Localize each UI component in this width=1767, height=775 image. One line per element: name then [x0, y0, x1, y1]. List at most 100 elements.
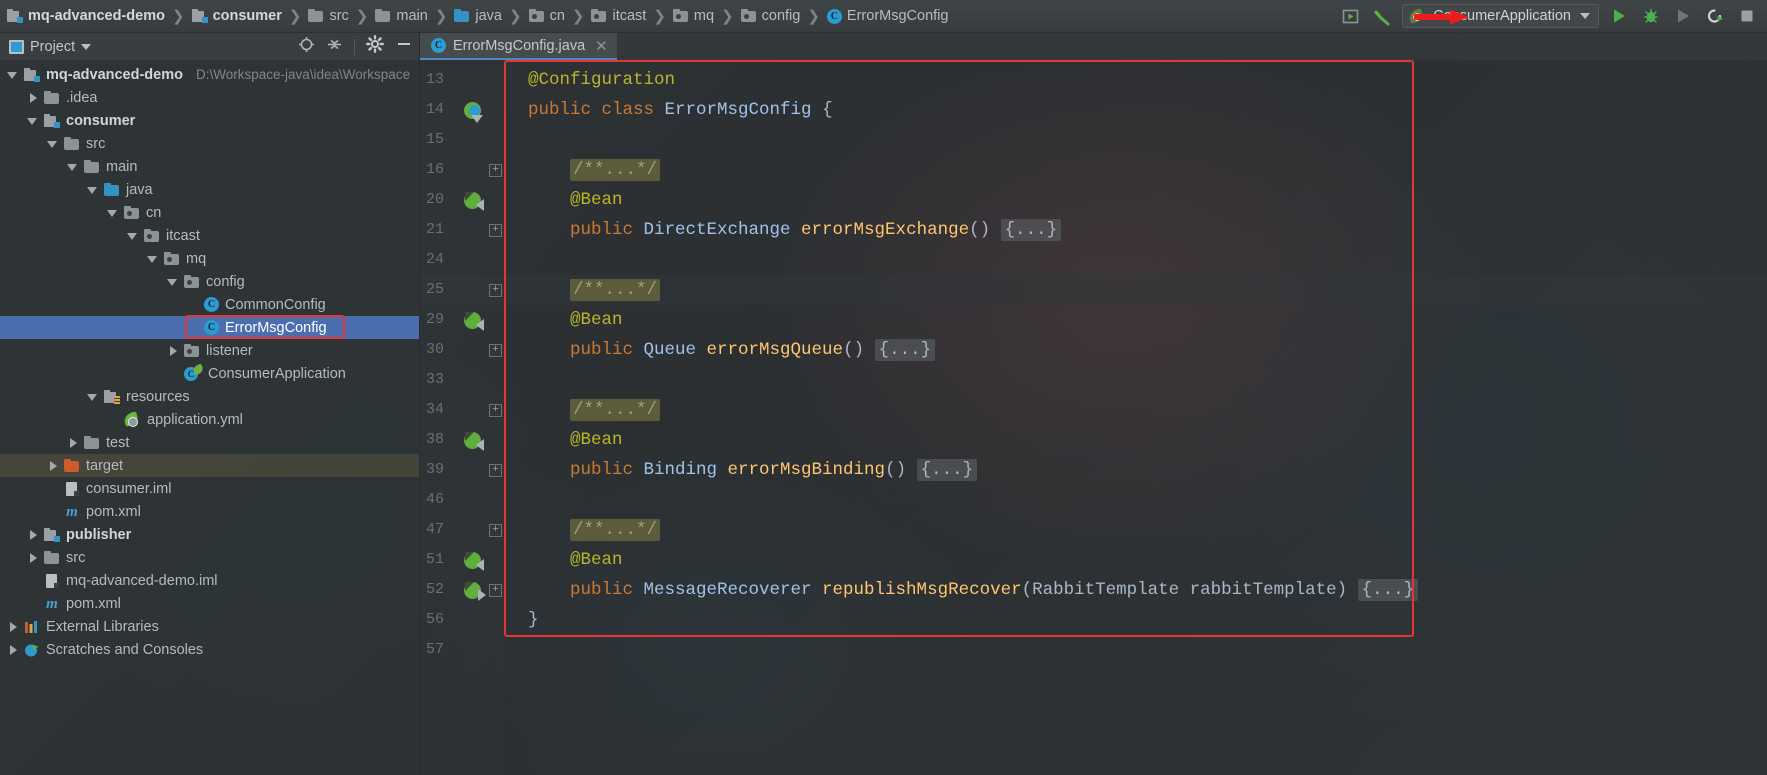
code-line[interactable]: /**...*/ [570, 155, 661, 185]
tree-item-pom-xml[interactable]: m pom.xml [0, 500, 419, 523]
breadcrumb-item-java[interactable]: java [451, 0, 505, 32]
breadcrumb-item-mq[interactable]: mq [670, 0, 717, 32]
code-fold-expand-icon[interactable]: + [489, 344, 502, 357]
tree-item-errormsgconfig[interactable]: C ErrorMsgConfig [0, 316, 419, 339]
tree-item-listener[interactable]: listener [0, 339, 419, 362]
chevron-right-icon[interactable] [28, 529, 38, 540]
breadcrumb-item-errormsgconfig[interactable]: C ErrorMsgConfig [824, 0, 952, 32]
folded-comment-placeholder[interactable]: /**...*/ [570, 519, 661, 541]
gutter-icon-slot[interactable] [464, 305, 484, 335]
tree-item-consumerapplication[interactable]: C ConsumerApplication [0, 362, 419, 385]
chevron-down-icon[interactable] [107, 208, 118, 218]
breadcrumb-item-itcast[interactable]: itcast [588, 0, 649, 32]
code-line[interactable]: @Configuration [528, 65, 675, 95]
code-line[interactable]: @Bean [570, 425, 623, 455]
breadcrumb-item-mq-advanced-demo[interactable]: mq-advanced-demo [4, 0, 168, 32]
tree-item-test[interactable]: test [0, 431, 419, 454]
tree-item--idea[interactable]: .idea [0, 86, 419, 109]
bean-navigate-gutter-icon[interactable] [464, 432, 484, 451]
code-line[interactable]: @Bean [570, 305, 623, 335]
tree-item-src[interactable]: src [0, 546, 419, 569]
tree-item-consumer[interactable]: consumer [0, 109, 419, 132]
code-fold-expand-icon[interactable]: + [489, 524, 502, 537]
tree-item-consumer-iml[interactable]: consumer.iml [0, 477, 419, 500]
tree-item-publisher[interactable]: publisher [0, 523, 419, 546]
tree-item-commonconfig[interactable]: C CommonConfig [0, 293, 419, 316]
code-fold-expand-icon[interactable]: + [489, 284, 502, 297]
folded-comment-placeholder[interactable]: /**...*/ [570, 159, 661, 181]
tree-item-java[interactable]: java [0, 178, 419, 201]
tree-item-mq-advanced-demo-iml[interactable]: mq-advanced-demo.iml [0, 569, 419, 592]
code-fold-expand-icon[interactable]: + [489, 224, 502, 237]
folded-body-placeholder[interactable]: {...} [874, 339, 936, 361]
editor-tab[interactable]: C ErrorMsgConfig.java ✕ [420, 33, 617, 60]
gutter-icon-slot[interactable] [464, 95, 484, 125]
code-line[interactable]: @Bean [570, 185, 623, 215]
chevron-right-icon[interactable] [48, 460, 58, 471]
folded-comment-placeholder[interactable]: /**...*/ [570, 399, 661, 421]
chevron-down-icon[interactable] [87, 185, 98, 195]
code-line[interactable]: /**...*/ [570, 275, 661, 305]
chevron-down-icon[interactable] [67, 162, 78, 172]
folded-comment-placeholder[interactable]: /**...*/ [570, 279, 661, 301]
run-configuration-selector[interactable]: ConsumerApplication [1402, 4, 1599, 28]
tree-item-application-yml[interactable]: application.yml [0, 408, 419, 431]
tree-item-mq[interactable]: mq [0, 247, 419, 270]
chevron-right-icon[interactable] [8, 644, 18, 655]
run-with-coverage-button[interactable] [1671, 4, 1695, 28]
chevron-down-icon[interactable] [87, 392, 98, 402]
close-icon[interactable]: ✕ [595, 37, 608, 55]
locate-target-icon[interactable] [298, 36, 315, 58]
tree-item-itcast[interactable]: itcast [0, 224, 419, 247]
gutter-icon-slot[interactable] [464, 575, 486, 605]
code-line[interactable]: } [528, 605, 539, 635]
project-file-tree[interactable]: mq-advanced-demo D:\Workspace-java\idea\W… [0, 61, 419, 775]
breadcrumb-item-main[interactable]: main [372, 0, 430, 32]
tree-item-cn[interactable]: cn [0, 201, 419, 224]
folded-body-placeholder[interactable]: {...} [1000, 219, 1062, 241]
code-fold-expand-icon[interactable]: + [489, 164, 502, 177]
bean-navigate-gutter-icon[interactable] [464, 312, 484, 331]
bean-navigate-right-gutter-icon[interactable] [464, 582, 486, 601]
debug-button[interactable] [1639, 4, 1663, 28]
chevron-down-icon[interactable] [81, 43, 92, 50]
code-line[interactable]: @Bean [570, 545, 623, 575]
run-class-gutter-icon[interactable] [464, 102, 483, 123]
chevron-right-icon[interactable] [168, 345, 178, 356]
build-hammer-icon[interactable] [1370, 4, 1394, 28]
chevron-down-icon[interactable] [7, 70, 18, 80]
bean-navigate-gutter-icon[interactable] [464, 552, 484, 571]
breadcrumb-item-cn[interactable]: cn [526, 0, 568, 32]
code-line[interactable]: public class ErrorMsgConfig { [528, 95, 833, 125]
profiler-button[interactable] [1703, 4, 1727, 28]
search-everywhere-icon[interactable] [1338, 4, 1362, 28]
editor-gutter[interactable]: 13 14 15 16 +20 21 +24 25 +29 30 +33 34 +38 39 +46 47 +5… [420, 61, 504, 775]
code-editor[interactable]: 13 14 15 16 +20 21 +24 25 +29 30 +33 34 +38 39 +46 47 +5… [420, 61, 1767, 775]
bean-navigate-gutter-icon[interactable] [464, 192, 484, 211]
code-line[interactable]: public Queue errorMsgQueue() {...} [570, 335, 936, 365]
tree-item-scratches-and-consoles[interactable]: Scratches and Consoles [0, 638, 419, 661]
tree-item-config[interactable]: config [0, 270, 419, 293]
chevron-down-icon[interactable] [127, 231, 138, 241]
gutter-icon-slot[interactable] [464, 545, 484, 575]
collapse-all-icon[interactable] [326, 36, 343, 58]
tree-item-pom-xml[interactable]: m pom.xml [0, 592, 419, 615]
gear-settings-icon[interactable] [366, 35, 384, 58]
folded-body-placeholder[interactable]: {...} [916, 459, 978, 481]
hide-panel-icon[interactable] [395, 35, 413, 58]
tree-item-external-libraries[interactable]: External Libraries [0, 615, 419, 638]
code-line[interactable]: /**...*/ [570, 515, 661, 545]
gutter-icon-slot[interactable] [464, 425, 484, 455]
run-button[interactable] [1607, 4, 1631, 28]
tree-item-mq-advanced-demo[interactable]: mq-advanced-demo D:\Workspace-java\idea\W… [0, 63, 419, 86]
code-line[interactable]: public Binding errorMsgBinding() {...} [570, 455, 978, 485]
chevron-right-icon[interactable] [68, 437, 78, 448]
tree-item-main[interactable]: main [0, 155, 419, 178]
breadcrumb-item-consumer[interactable]: consumer [189, 0, 285, 32]
chevron-down-icon[interactable] [167, 277, 178, 287]
chevron-down-icon[interactable] [1580, 13, 1590, 19]
code-text[interactable]: @Configuration public class ErrorMsgConfi… [504, 61, 1767, 775]
chevron-down-icon[interactable] [47, 139, 58, 149]
breadcrumb-item-src[interactable]: src [305, 0, 351, 32]
folded-body-placeholder[interactable]: {...} [1357, 579, 1419, 601]
